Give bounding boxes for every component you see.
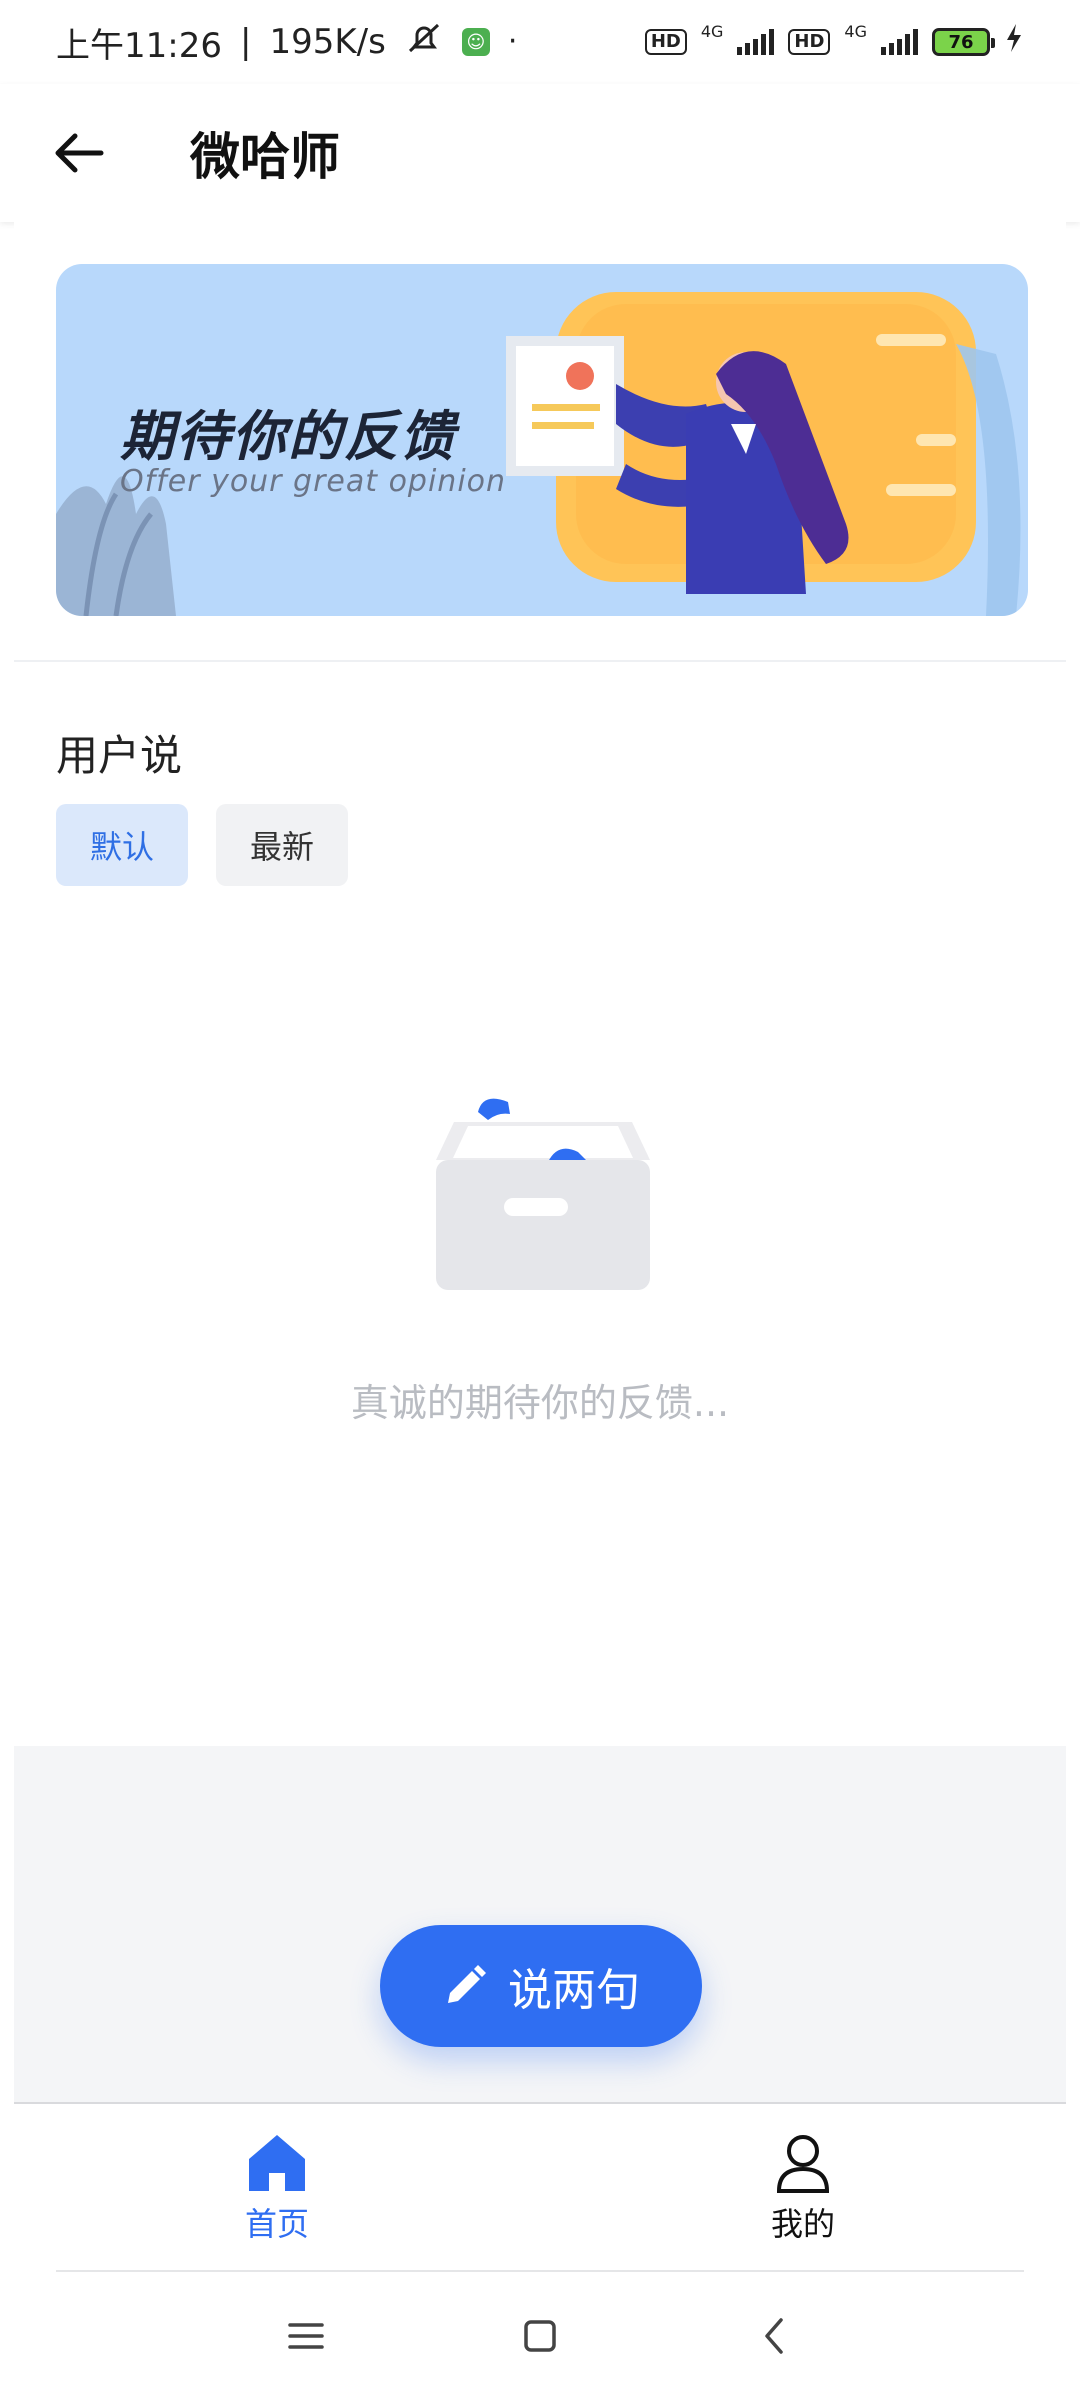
filter-latest-chip[interactable]: 最新 [216, 804, 348, 886]
network-type: 4G [700, 22, 724, 41]
mute-icon [404, 21, 444, 64]
back-nav-button[interactable] [742, 2304, 806, 2368]
back-button[interactable] [34, 108, 124, 198]
battery-level: 76 [948, 31, 974, 53]
banner-subtitle: Offer your great opinion [120, 464, 507, 499]
app-bar: 微哈师 [0, 84, 1080, 222]
tab-home-label: 首页 [244, 2205, 309, 2243]
content-card: 期待你的反馈 Offer your great opinion 用户说 默认 最… [14, 222, 1066, 1746]
battery-icon: 76 [932, 28, 995, 56]
feedback-banner: 期待你的反馈 Offer your great opinion [56, 264, 1028, 616]
filter-default-chip[interactable]: 默认 [56, 804, 188, 886]
tab-home[interactable]: 首页 [14, 2104, 540, 2272]
hd-badge: HD [788, 29, 831, 55]
pencil-icon [448, 1965, 486, 2003]
section-divider [14, 660, 1066, 662]
hd-badge: HD [644, 29, 687, 55]
status-time: 上午11:26 [56, 25, 222, 66]
status-bar: 上午11:26 | 195K/s ☺ · HD 4G HD 4G 76 [0, 0, 1080, 84]
status-divider: | [239, 22, 252, 62]
empty-state-text: 真诚的期待你的反馈... [350, 1381, 730, 1425]
system-nav-bar [0, 2272, 1080, 2400]
comment-fab-button[interactable]: 说两句 [380, 1925, 702, 2047]
charging-icon [1004, 22, 1024, 62]
banner-title: 期待你的反馈 [120, 405, 456, 468]
signal-icon [737, 29, 775, 55]
user-icon [776, 2135, 830, 2193]
page-title: 微哈师 [190, 128, 340, 186]
more-notifications-icon: · [507, 24, 518, 59]
tab-mine-label: 我的 [770, 2205, 835, 2243]
square-icon [524, 2320, 556, 2352]
home-nav-button[interactable] [508, 2304, 572, 2368]
signal-icon [881, 29, 918, 55]
page-content: 期待你的反馈 Offer your great opinion 用户说 默认 最… [14, 222, 1066, 2102]
status-bar-right: HD 4G HD 4G 76 [644, 22, 1024, 62]
empty-box-icon [436, 1098, 650, 1290]
tab-mine[interactable]: 我的 [540, 2104, 1066, 2272]
section-title: 用户说 [56, 731, 183, 780]
app-notification-icon: ☺ [461, 28, 490, 56]
menu-icon [288, 2323, 324, 2349]
status-speed: 195K/s [269, 22, 386, 62]
network-type: 4G [844, 22, 867, 41]
chevron-left-icon [765, 2318, 783, 2354]
status-bar-left: 上午11:26 | 195K/s ☺ · [56, 18, 517, 67]
menu-button[interactable] [274, 2304, 338, 2368]
bottom-tab-bar: 首页 我的 [14, 2102, 1066, 2272]
home-icon [249, 2135, 305, 2191]
fab-label: 说两句 [508, 1965, 640, 2016]
arrow-left-icon [55, 133, 104, 173]
